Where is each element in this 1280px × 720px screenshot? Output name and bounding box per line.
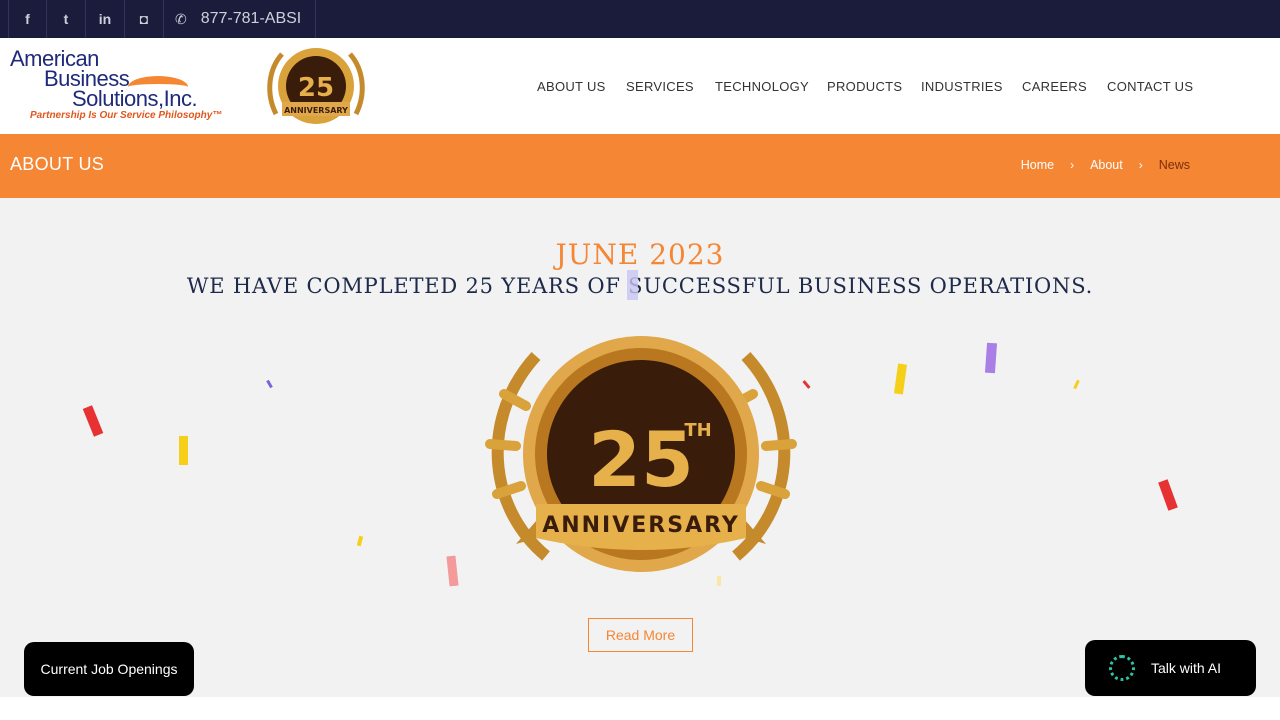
badge-large-number: 25 — [588, 415, 694, 504]
confetti — [1158, 479, 1178, 511]
breadcrumb-news: News — [1158, 158, 1190, 172]
confetti — [446, 555, 459, 587]
logo-line-3: Solutions,Inc. — [72, 86, 198, 111]
nav-technology[interactable]: TECHNOLOGY — [715, 38, 809, 134]
confetti — [984, 342, 998, 374]
anniversary-badge-large: 25 TH ANNIVERSARY — [485, 336, 797, 572]
nav-services[interactable]: SERVICES — [626, 38, 694, 134]
phone-number: 877-781-ABSI — [200, 10, 302, 27]
badge-small-ribbon: ANNIVERSARY — [284, 106, 348, 115]
logo-tagline: Partnership Is Our Service Philosophy™ — [30, 110, 223, 121]
page-banner: ABOUT US Home › About › News — [0, 134, 1280, 198]
badge-large-suffix: TH — [684, 420, 711, 441]
breadcrumb-home[interactable]: Home — [1021, 158, 1054, 172]
confetti — [356, 535, 364, 547]
company-logo[interactable]: American Business Solutions,Inc. Partner… — [10, 46, 225, 126]
top-bar: f t in ◘ ✆ 877-781-ABSI — [0, 0, 1280, 38]
news-date: JUNE 2023 — [555, 238, 725, 271]
phone-icon: ✆ — [175, 10, 187, 27]
page-title: ABOUT US — [10, 154, 105, 174]
news-section: JUNE 2023 WE HAVE COMPLETED 25 YEARS OF … — [0, 198, 1280, 697]
breadcrumb-about[interactable]: About — [1090, 158, 1123, 172]
badge-small-number: 25 — [298, 73, 334, 103]
confetti — [179, 436, 188, 465]
nav-about-us[interactable]: ABOUT US — [537, 38, 606, 134]
breadcrumb: Home › About › News — [1021, 158, 1190, 172]
news-headline: WE HAVE COMPLETED 25 YEARS OF SUCCESSFUL… — [186, 274, 1094, 298]
nav-products[interactable]: PRODUCTS — [827, 38, 902, 134]
read-more-button[interactable]: Read More — [588, 618, 693, 652]
chevron-right-icon: › — [1070, 158, 1075, 172]
confetti — [266, 379, 273, 389]
twitter-icon[interactable]: t — [47, 0, 86, 38]
anniversary-badge-small: 25 ANNIVERSARY — [267, 48, 365, 124]
confetti — [1073, 379, 1080, 390]
badge-large-ribbon: ANNIVERSARY — [542, 513, 740, 538]
linkedin-icon[interactable]: in — [86, 0, 125, 38]
talk-with-ai-button[interactable]: Talk with AI — [1085, 640, 1256, 696]
instagram-icon[interactable]: ◘ — [125, 0, 164, 38]
phone-link[interactable]: ✆ 877-781-ABSI — [163, 0, 316, 38]
chevron-right-icon: › — [1138, 158, 1143, 172]
current-job-openings-button[interactable]: Current Job Openings — [24, 642, 194, 696]
confetti — [893, 363, 908, 395]
facebook-icon[interactable]: f — [8, 0, 47, 38]
nav-careers[interactable]: CAREERS — [1022, 38, 1087, 134]
loading-spinner-icon — [1109, 655, 1135, 681]
confetti — [82, 405, 104, 437]
talk-with-ai-label: Talk with AI — [1151, 660, 1222, 676]
nav-contact-us[interactable]: CONTACT US — [1107, 38, 1193, 134]
confetti — [627, 270, 638, 300]
nav-industries[interactable]: INDUSTRIES — [921, 38, 1003, 134]
